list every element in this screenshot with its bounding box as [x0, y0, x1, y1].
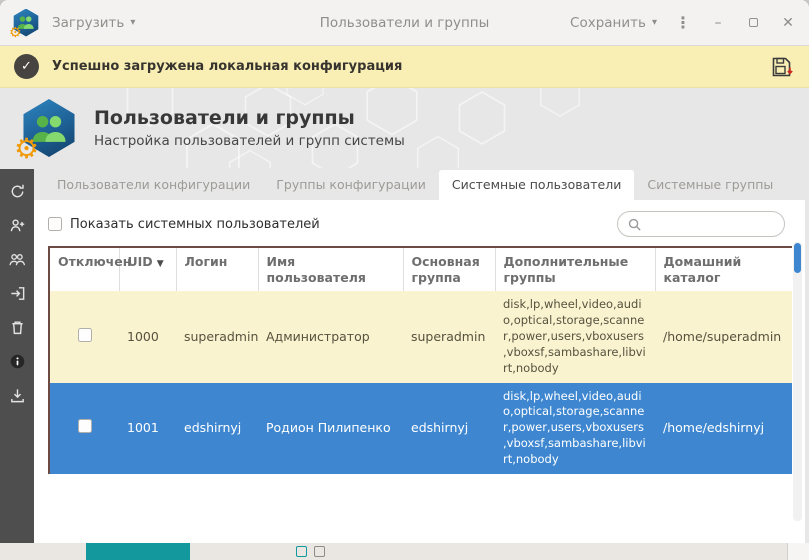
- download-button[interactable]: [7, 386, 27, 404]
- chevron-down-icon: ▾: [652, 17, 657, 28]
- cell-name: Администратор: [258, 291, 403, 382]
- background-strip-right: [787, 543, 809, 560]
- info-icon: [9, 353, 26, 370]
- tab-bar: Пользователи конфигурации Группы конфигу…: [34, 169, 805, 200]
- save-config-button[interactable]: [769, 54, 795, 80]
- page-header: ⚙ Пользователи и группы Настройка пользо…: [0, 88, 809, 168]
- tab-system-users[interactable]: Системные пользователи: [439, 170, 634, 200]
- cell-extra-groups: disk,lp,wheel,video,audio,optical,storag…: [495, 291, 655, 382]
- maximize-icon: [749, 18, 758, 27]
- cell-extra-groups: disk,lp,wheel,video,audio,optical,storag…: [495, 383, 655, 474]
- table-row[interactable]: 1000 superadmin Администратор superadmin…: [49, 291, 792, 382]
- add-user-icon: [9, 217, 26, 234]
- show-system-users-checkbox[interactable]: [48, 217, 62, 231]
- show-system-users-label: Показать системных пользователей: [70, 217, 320, 232]
- chevron-down-icon: ▾: [130, 17, 135, 28]
- save-button-label: Сохранить: [570, 15, 646, 31]
- refresh-icon: [9, 183, 26, 200]
- users-group-icon: [8, 251, 26, 268]
- load-button-label: Загрузить: [52, 15, 124, 31]
- sign-in-icon: [9, 285, 26, 302]
- col-header-home[interactable]: Домашний каталог: [655, 247, 792, 291]
- col-header-primary-group[interactable]: Основная группа: [403, 247, 495, 291]
- search-icon: [627, 217, 642, 232]
- tab-config-users[interactable]: Пользователи конфигурации: [44, 170, 263, 200]
- cell-uid: 1001: [119, 383, 176, 474]
- app-icon: ⚙: [12, 9, 40, 37]
- close-button[interactable]: ✕: [779, 14, 797, 32]
- sort-desc-icon: ▼: [157, 259, 164, 269]
- col-header-uid[interactable]: UID▼: [119, 247, 176, 291]
- table-header-row: Отключен UID▼ Логин Имя пользователя Осн…: [49, 247, 792, 291]
- cell-login: edshirnyj: [176, 383, 258, 474]
- cell-uid: 1000: [119, 291, 176, 382]
- maximize-button[interactable]: [744, 14, 762, 32]
- tab-config-groups[interactable]: Группы конфигурации: [263, 170, 439, 200]
- download-icon: [9, 387, 26, 404]
- vertical-scrollbar[interactable]: [793, 242, 802, 521]
- notification-message: Успешно загружена локальная конфигурация: [52, 59, 756, 74]
- menu-button[interactable]: ⋮: [674, 14, 692, 32]
- groups-button[interactable]: [7, 250, 27, 268]
- background-window-strip: [0, 543, 809, 560]
- col-header-disabled[interactable]: Отключен: [49, 247, 119, 291]
- save-floppy-icon: [770, 55, 794, 79]
- col-header-name[interactable]: Имя пользователя: [258, 247, 403, 291]
- tab-system-groups[interactable]: Системные группы: [634, 170, 786, 200]
- page-subtitle: Настройка пользователей и групп системы: [94, 133, 405, 149]
- table-row-selected[interactable]: 1001 edshirnyj Родион Пилипенко edshirny…: [49, 383, 792, 474]
- row-disabled-checkbox[interactable]: [78, 328, 92, 342]
- delete-button[interactable]: [7, 318, 27, 336]
- load-button[interactable]: Загрузить ▾: [52, 15, 135, 31]
- search-box[interactable]: [617, 211, 785, 237]
- cell-primary-group: superadmin: [403, 291, 495, 382]
- sign-in-button[interactable]: [7, 284, 27, 302]
- cell-home: /home/edshirnyj: [655, 383, 792, 474]
- app-window: Пользователи и группы ⚙ Загрузить ▾ Сохр…: [0, 0, 809, 543]
- cell-name: Родион Пилипенко: [258, 383, 403, 474]
- col-header-login[interactable]: Логин: [176, 247, 258, 291]
- scrollbar-thumb[interactable]: [794, 243, 801, 273]
- sidebar: [0, 169, 34, 543]
- cell-home: /home/superadmin: [655, 291, 792, 382]
- success-icon: ✓: [14, 54, 39, 79]
- search-input[interactable]: [648, 217, 775, 232]
- page-title: Пользователи и группы: [94, 107, 405, 129]
- add-user-button[interactable]: [7, 216, 27, 234]
- gear-icon: ⚙: [14, 135, 39, 163]
- col-header-extra-groups[interactable]: Дополнительные группы: [495, 247, 655, 291]
- refresh-button[interactable]: [7, 182, 27, 200]
- info-button[interactable]: [7, 352, 27, 370]
- gear-icon: ⚙: [9, 26, 22, 40]
- titlebar: Пользователи и группы ⚙ Загрузить ▾ Сохр…: [0, 0, 809, 46]
- minimize-button[interactable]: –: [709, 14, 727, 32]
- users-table-wrap: Отключен UID▼ Логин Имя пользователя Осн…: [48, 246, 792, 474]
- background-teal-bar: [86, 543, 190, 560]
- cell-login: superadmin: [176, 291, 258, 382]
- trash-icon: [9, 319, 26, 336]
- save-button[interactable]: Сохранить ▾: [570, 15, 657, 31]
- notification-bar: ✓ Успешно загружена локальная конфигурац…: [0, 46, 809, 88]
- row-disabled-checkbox[interactable]: [78, 419, 92, 433]
- background-window-icons: [296, 546, 325, 557]
- users-table: Отключен UID▼ Логин Имя пользователя Осн…: [48, 246, 792, 474]
- cell-primary-group: edshirnyj: [403, 383, 495, 474]
- content-panel: Показать системных пользователей: [34, 200, 805, 543]
- app-icon-large: ⚙: [20, 99, 78, 157]
